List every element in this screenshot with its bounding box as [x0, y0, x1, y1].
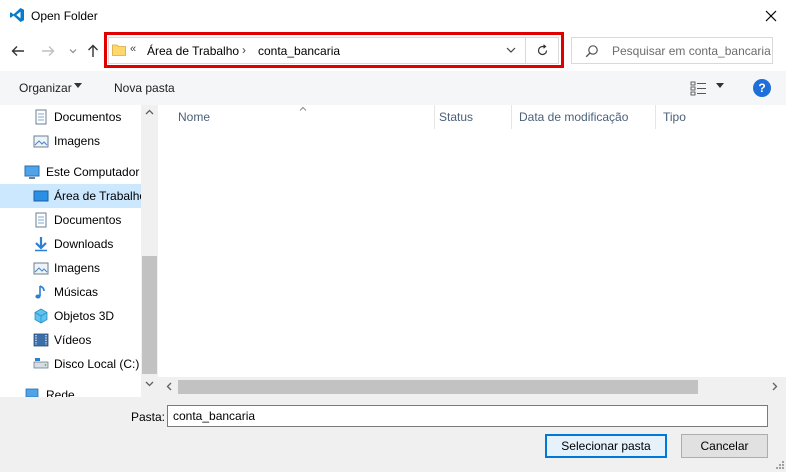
- arrow-left-icon: [11, 46, 24, 56]
- recent-locations-button[interactable]: [63, 41, 83, 61]
- documents-icon: [35, 109, 47, 125]
- desktop-icon: [33, 190, 49, 202]
- sidebar-item-objetos-3d[interactable]: Objetos 3D: [0, 304, 141, 328]
- cancel-button[interactable]: Cancelar: [681, 434, 768, 458]
- sidebar-item-label: Imagens: [54, 261, 101, 275]
- column-header-label: Data de modificação: [519, 110, 629, 124]
- pictures-icon: [33, 262, 49, 275]
- folder-field-label: Pasta:: [131, 410, 166, 424]
- music-icon: [35, 285, 45, 299]
- chevron-down-icon: [69, 49, 77, 54]
- sidebar-item-label: Este Computador: [46, 165, 140, 179]
- breadcrumb-separator[interactable]: ›: [242, 43, 246, 57]
- scroll-left-icon[interactable]: [166, 382, 172, 391]
- sidebar-item-disco-local[interactable]: Disco Local (C:): [0, 352, 141, 376]
- sidebar-item-rede[interactable]: Rede: [0, 383, 141, 397]
- downloads-icon: [35, 237, 47, 252]
- column-header-date[interactable]: Data de modificação: [512, 105, 656, 129]
- sidebar-item-label: Músicas: [54, 285, 99, 299]
- column-header-label: Nome: [178, 110, 211, 124]
- sidebar-item-musicas[interactable]: Músicas: [0, 280, 141, 304]
- help-button[interactable]: ?: [753, 79, 771, 97]
- navigation-pane: Documentos Imagens Este Computador Área …: [0, 105, 141, 397]
- search-box[interactable]: Pesquisar em conta_bancaria: [571, 37, 773, 64]
- sidebar-item-area-de-trabalho[interactable]: Área de Trabalho: [0, 184, 141, 208]
- chevron-down-icon: [506, 47, 516, 53]
- address-bar[interactable]: « Área de Trabalho › conta_bancaria: [108, 37, 559, 64]
- sidebar-item-documentos-quick[interactable]: Documentos: [0, 105, 141, 129]
- column-header-status[interactable]: Status: [435, 105, 512, 129]
- search-placeholder: Pesquisar em conta_bancaria: [612, 44, 771, 58]
- breadcrumb-desktop[interactable]: Área de Trabalho: [147, 44, 239, 58]
- sidebar-item-este-computador[interactable]: Este Computador: [0, 160, 141, 184]
- close-button[interactable]: [755, 0, 786, 31]
- resize-grip-icon[interactable]: [773, 460, 785, 471]
- caret-down-icon[interactable]: [716, 83, 724, 88]
- new-folder-button[interactable]: Nova pasta: [114, 81, 175, 95]
- overflow-chevron[interactable]: «: [130, 43, 136, 55]
- sidebar-item-label: Downloads: [54, 237, 114, 251]
- up-button[interactable]: [83, 41, 103, 61]
- back-button[interactable]: [8, 41, 28, 61]
- dialog-footer: Pasta: conta_bancaria Selecionar pasta C…: [0, 397, 786, 472]
- folder-icon: [112, 44, 126, 56]
- sort-ascending-icon: [299, 106, 307, 111]
- sidebar-item-documentos[interactable]: Documentos: [0, 208, 141, 232]
- sidebar-item-label: Rede: [46, 388, 75, 397]
- objects-3d-icon: [34, 308, 48, 324]
- arrow-right-icon: [42, 46, 55, 56]
- documents-icon: [35, 212, 47, 228]
- sidebar-item-videos[interactable]: Vídeos: [0, 328, 141, 352]
- arrow-up-icon: [88, 44, 98, 57]
- scroll-down-icon[interactable]: [145, 381, 154, 387]
- search-icon: [585, 45, 598, 58]
- title-bar: Open Folder: [0, 0, 786, 31]
- sidebar-item-label: Objetos 3D: [54, 309, 115, 323]
- file-list[interactable]: Nome Status Data de modificação Tipo: [158, 105, 786, 377]
- refresh-button[interactable]: [534, 42, 550, 58]
- sidebar-item-label: Documentos: [54, 110, 122, 124]
- network-icon: [25, 388, 39, 397]
- computer-icon: [24, 165, 40, 179]
- address-history-button[interactable]: [504, 42, 518, 58]
- column-header-type[interactable]: Tipo: [656, 105, 776, 129]
- sidebar-item-downloads[interactable]: Downloads: [0, 232, 141, 256]
- scroll-up-icon[interactable]: [145, 109, 154, 115]
- command-bar: Organizar Nova pasta ?: [0, 71, 786, 105]
- view-options-icon[interactable]: [690, 80, 708, 96]
- scrollbar-thumb[interactable]: [142, 256, 157, 374]
- column-header-name[interactable]: Nome: [158, 105, 435, 129]
- organize-button[interactable]: Organizar: [19, 81, 72, 95]
- navigation-pane-scrollbar[interactable]: [141, 105, 158, 397]
- refresh-icon: [537, 43, 547, 55]
- sidebar-item-label: Imagens: [54, 134, 101, 148]
- sidebar-item-label: Disco Local (C:): [54, 357, 140, 371]
- folder-name-input[interactable]: conta_bancaria: [167, 405, 768, 427]
- sidebar-item-imagens-quick[interactable]: Imagens: [0, 129, 141, 153]
- sidebar-item-label: Área de Trabalho: [54, 189, 141, 203]
- scroll-right-icon[interactable]: [772, 382, 778, 391]
- breadcrumb-current-folder[interactable]: conta_bancaria: [258, 44, 340, 58]
- drive-icon: [33, 358, 49, 369]
- caret-down-icon: [74, 83, 82, 88]
- select-folder-button[interactable]: Selecionar pasta: [545, 434, 667, 458]
- sidebar-item-label: Documentos: [54, 213, 122, 227]
- sidebar-item-imagens[interactable]: Imagens: [0, 256, 141, 280]
- pictures-icon: [33, 135, 49, 148]
- column-header-label: Tipo: [663, 110, 686, 124]
- close-icon: [765, 10, 776, 21]
- file-list-horizontal-scrollbar[interactable]: [158, 377, 786, 397]
- videos-icon: [33, 333, 49, 347]
- window-title: Open Folder: [31, 9, 98, 23]
- column-header-label: Status: [439, 110, 474, 124]
- vscode-icon: [10, 8, 24, 22]
- address-divider: [525, 38, 526, 63]
- sidebar-item-label: Vídeos: [54, 333, 92, 347]
- forward-button[interactable]: [38, 41, 58, 61]
- scrollbar-thumb[interactable]: [178, 380, 698, 394]
